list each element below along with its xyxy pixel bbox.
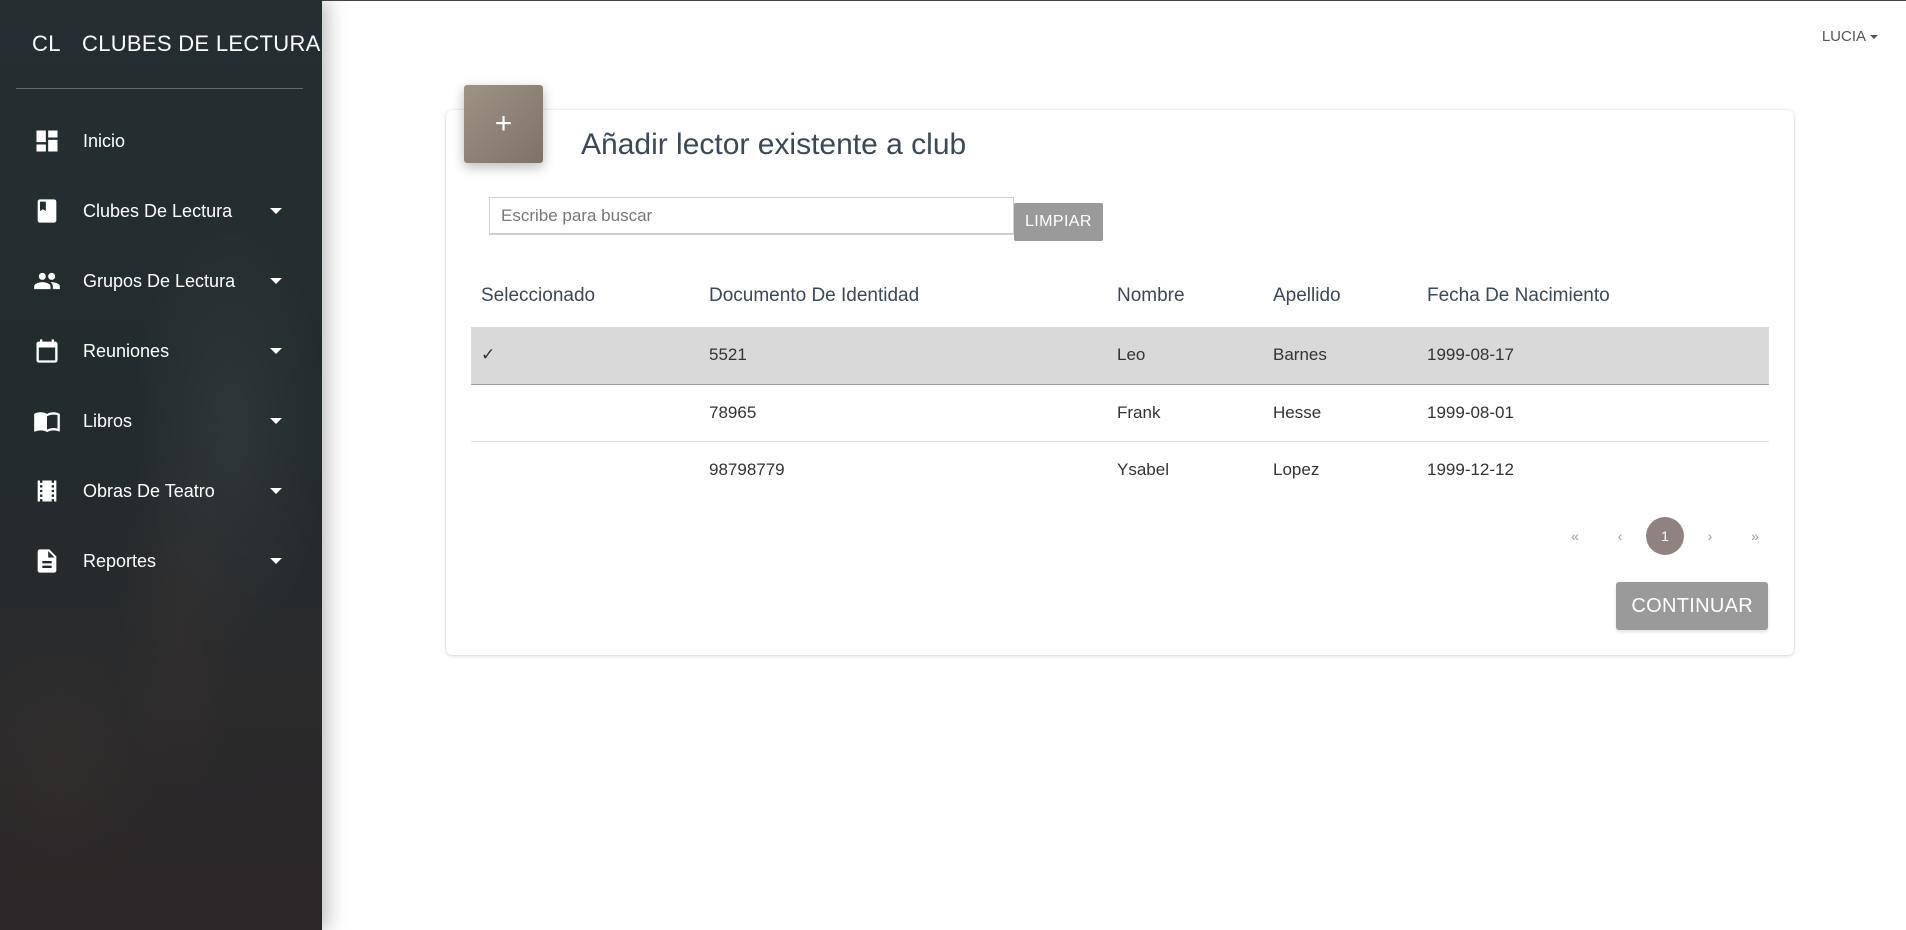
brand[interactable]: CL CLUBES DE LECTURA — [0, 0, 322, 88]
row-selected-check[interactable]: ✓ — [471, 327, 699, 385]
cell-name: Frank — [1107, 384, 1263, 442]
page-number-button[interactable]: 1 — [1646, 517, 1684, 555]
brand-mini-logo: CL — [32, 31, 61, 56]
cell-birthdate: 1999-12-12 — [1427, 459, 1514, 479]
sidebar-item-label: Reportes — [83, 550, 157, 571]
document-icon — [32, 546, 62, 576]
cell-document: 78965 — [699, 384, 1107, 442]
people-icon — [32, 266, 62, 296]
search-input[interactable] — [489, 197, 1014, 235]
pagination: « ‹ 1 › » — [1549, 517, 1774, 555]
user-menu[interactable]: LUCIA — [1822, 28, 1878, 45]
open-book-icon — [32, 406, 62, 436]
dashboard-icon — [32, 126, 62, 156]
search-bar: LIMPIAR — [489, 197, 1103, 241]
cell-name: Ysabel — [1117, 459, 1169, 479]
user-name: LUCIA — [1821, 28, 1866, 45]
cell-birthdate: 1999-08-17 — [1417, 327, 1769, 385]
row-selected-check[interactable] — [471, 441, 699, 498]
column-header-birthdate[interactable]: Fecha De Nacimiento — [1417, 265, 1769, 327]
sidebar-item-label: Obras De Teatro — [83, 480, 215, 501]
chevron-down-icon — [1870, 34, 1878, 39]
sidebar-item-reportes[interactable]: Reportes — [0, 526, 322, 596]
sidebar-item-clubes[interactable]: Clubes De Lectura — [0, 176, 322, 246]
next-page-button[interactable]: › — [1691, 517, 1729, 555]
clear-button[interactable]: LIMPIAR — [1014, 203, 1103, 241]
chevron-down-icon — [270, 348, 282, 354]
book-icon — [32, 196, 62, 226]
column-header-document[interactable]: Documento De Identidad — [699, 265, 1107, 327]
cell-surname: Barnes — [1263, 327, 1417, 385]
readers-table: Seleccionado Documento De Identidad Nomb… — [471, 265, 1769, 498]
sidebar-item-libros[interactable]: Libros — [0, 386, 322, 456]
column-header-name[interactable]: Nombre — [1107, 265, 1263, 327]
cell-surname: Hesse — [1263, 384, 1417, 442]
sidebar-item-inicio[interactable]: Inicio — [0, 106, 322, 176]
sidebar-item-label: Libros — [83, 410, 133, 431]
add-icon: + — [464, 85, 543, 163]
last-page-button[interactable]: » — [1736, 517, 1774, 555]
cell-birthdate: 1999-08-01 — [1417, 384, 1769, 442]
calendar-icon — [32, 336, 62, 366]
table-header-row: Seleccionado Documento De Identidad Nomb… — [471, 265, 1769, 327]
page-title: Añadir lector existente a club — [581, 128, 967, 161]
cell-surname: Lopez — [1273, 459, 1320, 479]
column-header-surname[interactable]: Apellido — [1263, 265, 1417, 327]
table-row[interactable]: 78965 Frank Hesse 1999-08-01 — [471, 384, 1769, 442]
cell-name: Leo — [1107, 327, 1263, 385]
chevron-down-icon — [270, 208, 282, 214]
cell-document: 98798779 — [709, 459, 785, 479]
brand-name: CLUBES DE LECTURA — [82, 31, 321, 56]
sidebar-item-obras[interactable]: Obras De Teatro — [0, 456, 322, 526]
sidebar-item-reuniones[interactable]: Reuniones — [0, 316, 322, 386]
sidebar-item-grupos[interactable]: Grupos De Lectura — [0, 246, 322, 316]
chevron-down-icon — [270, 418, 282, 424]
sidebar-item-label: Clubes De Lectura — [83, 200, 233, 221]
chevron-down-icon — [270, 278, 282, 284]
prev-page-button[interactable]: ‹ — [1601, 517, 1639, 555]
sidebar-nav: Inicio Clubes De Lectura Grupos De Lectu… — [0, 106, 322, 596]
chevron-down-icon — [270, 558, 282, 564]
row-selected-check[interactable] — [471, 384, 699, 442]
sidebar: CL CLUBES DE LECTURA Inicio Clubes De Le… — [0, 0, 322, 930]
table-row[interactable]: ✓ 5521 Leo Barnes 1999-08-17 — [471, 327, 1769, 385]
chevron-down-icon — [270, 488, 282, 494]
sidebar-item-label: Inicio — [83, 130, 126, 151]
sidebar-item-label: Grupos De Lectura — [83, 270, 236, 291]
add-reader-card: + Añadir lector existente a club LIMPIAR… — [446, 85, 1794, 655]
theater-icon — [32, 476, 62, 506]
continue-button[interactable]: CONTINUAR — [1616, 582, 1768, 630]
first-page-button[interactable]: « — [1556, 517, 1594, 555]
sidebar-item-label: Reuniones — [83, 340, 170, 361]
top-border — [322, 0, 1906, 1]
cell-document: 5521 — [699, 327, 1107, 385]
column-header-selected[interactable]: Seleccionado — [471, 265, 699, 327]
table-row[interactable]: 98798779 Ysabel Lopez 1999-12-12 — [471, 441, 1769, 498]
brand-divider — [16, 88, 303, 89]
